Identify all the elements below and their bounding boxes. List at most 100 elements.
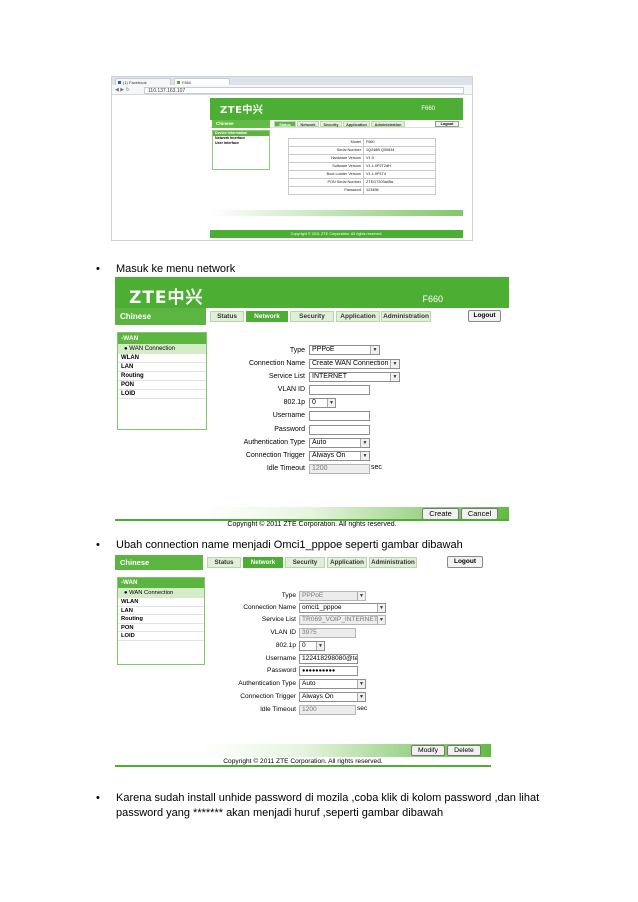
vlan-id-label: VLAN ID: [277, 386, 305, 393]
device-info-key: Hardware Version: [288, 154, 364, 163]
connection-trigger-value: Always On: [312, 452, 346, 459]
sidebar-item-loid[interactable]: LOID: [118, 390, 206, 399]
service-list-value: TR069_VOIP_INTERNET: [302, 616, 378, 623]
sidebar-item-loid[interactable]: LOID: [118, 632, 204, 641]
sidebar-item-pon[interactable]: PON: [118, 381, 206, 390]
tab-network[interactable]: Network: [297, 121, 319, 127]
logout-button[interactable]: Logout: [468, 310, 501, 322]
chevron-down-icon: ▼: [357, 680, 365, 688]
device-info-value: ZTEG7203a45a: [363, 178, 436, 187]
page-footer: Copyright © 2011 ZTE Corporation. All ri…: [210, 230, 463, 238]
connection-trigger-select[interactable]: Always On ▼: [299, 692, 366, 702]
tab-administration[interactable]: Administration: [369, 557, 417, 568]
type-select[interactable]: PPPoE ▼: [309, 345, 380, 355]
sidebar-item-lan[interactable]: LAN: [118, 363, 206, 372]
device-info-table: Model F660 Serial Number 1Q248B Q00634 Hardw…: [288, 138, 436, 195]
type-value: PPPoE: [302, 592, 324, 599]
modify-button[interactable]: Modify: [411, 745, 445, 756]
connection-name-select[interactable]: Create WAN Connection ▼: [309, 359, 400, 369]
page-header: ZTE中兴 F660: [115, 277, 509, 308]
connection-name-select[interactable]: omci1_pppoe ▼: [299, 603, 386, 613]
password-label: Password: [267, 667, 296, 674]
tab-status[interactable]: Status: [207, 557, 241, 568]
sidebar-item-lan[interactable]: LAN: [118, 607, 204, 615]
chevron-down-icon: ▼: [377, 604, 385, 612]
tab-network[interactable]: Network: [246, 311, 288, 322]
browser-tab-facebook[interactable]: (1) Facebook: [115, 78, 171, 85]
auth-type-select[interactable]: Auto ▼: [299, 679, 366, 689]
sidebar-item-routing[interactable]: Routing: [118, 372, 206, 381]
connection-trigger-select[interactable]: Always On ▼: [309, 451, 370, 461]
chevron-down-icon: ▼: [390, 360, 399, 368]
sidebar-item-routing[interactable]: Routing: [118, 615, 204, 624]
service-list-select[interactable]: INTERNET ▼: [309, 372, 400, 382]
device-info-key: Boot Loader Version: [288, 170, 364, 179]
8021p-label: 802.1p: [275, 642, 296, 649]
logout-button[interactable]: Logout: [447, 556, 483, 568]
tab-application[interactable]: Application: [327, 557, 367, 568]
username-label: Username: [265, 655, 296, 662]
tab-security[interactable]: Security: [285, 557, 325, 568]
8021p-select[interactable]: 0 ▼: [299, 641, 325, 651]
sidebar-item-pon[interactable]: PON: [118, 624, 204, 632]
device-info-row: Software Version V1.1.0P2T2dH: [288, 162, 436, 171]
connection-trigger-value: Always On: [302, 693, 334, 700]
device-info-key: Software Version: [288, 162, 364, 171]
tab-network[interactable]: Network: [243, 557, 283, 568]
8021p-select[interactable]: 0 ▼: [309, 398, 336, 408]
connection-name-label: Connection Name: [243, 604, 296, 611]
device-info-key: Serial Number: [288, 146, 364, 155]
username-input[interactable]: 122418298080@te: [299, 654, 358, 664]
connection-name-value: Create WAN Connection: [312, 360, 389, 367]
tab-status[interactable]: Status: [274, 121, 296, 127]
tab-administration[interactable]: Administration: [381, 311, 431, 322]
username-input[interactable]: [309, 411, 370, 421]
sidebar-item-user-interface[interactable]: User Interface: [213, 141, 269, 146]
device-info-row: Model F660: [288, 138, 436, 147]
idle-timeout-unit: sec: [371, 464, 382, 471]
service-list-select[interactable]: TR069_VOIP_INTERNET ▼: [299, 615, 386, 625]
tab-status[interactable]: Status: [210, 311, 244, 322]
device-info-value: 123456: [363, 186, 436, 195]
back-forward-reload-icons[interactable]: ◀ ▶ ↻: [115, 87, 130, 93]
sidebar-item-wan-connection[interactable]: ● WAN Connection: [118, 588, 204, 598]
tab-security[interactable]: Security: [320, 121, 342, 127]
password-input[interactable]: [309, 425, 370, 435]
tab-application[interactable]: Application: [343, 121, 370, 127]
type-select[interactable]: PPPoE ▼: [299, 591, 366, 601]
sidebar-item-wlan[interactable]: WLAN: [118, 354, 206, 363]
top-nav: Chinese Status Network Security Applicat…: [115, 308, 509, 325]
sidebar: -WAN ● WAN Connection WLAN LAN Routing P…: [117, 332, 207, 430]
page-footer: Copyright © 2011 ZTE Corporation. All ri…: [115, 521, 509, 528]
tab-application[interactable]: Application: [336, 311, 380, 322]
vlan-id-input[interactable]: 3975: [299, 628, 356, 638]
chevron-down-icon: ▼: [327, 399, 335, 407]
sidebar-item-wan[interactable]: -WAN: [118, 333, 206, 344]
browser-screenshot-device-info: (1) Facebook F660 ◀ ▶ ↻ 110.137.163.107 …: [111, 76, 473, 241]
auth-type-select[interactable]: Auto ▼: [309, 438, 370, 448]
chevron-down-icon: ▼: [360, 452, 369, 460]
language-link[interactable]: Chinese: [212, 120, 270, 128]
vlan-id-input[interactable]: [309, 385, 370, 395]
password-input[interactable]: ●●●●●●●●●●: [299, 666, 358, 676]
sidebar-item-wan[interactable]: -WAN: [118, 578, 204, 588]
tab-administration[interactable]: Administration: [371, 121, 405, 127]
sidebar-item-wlan[interactable]: WLAN: [118, 598, 204, 607]
browser-tab-f660[interactable]: F660: [174, 78, 230, 85]
divider-bar: [210, 210, 463, 216]
connection-name-value: omci1_pppoe: [302, 604, 342, 611]
device-info-row: Serial Number 1Q248B Q00634: [288, 146, 436, 155]
logout-button[interactable]: Logout: [435, 121, 459, 127]
doc-text-continued: password yang ******* akan menjadi huruf…: [116, 807, 444, 819]
footer-rule: [115, 765, 491, 767]
idle-timeout-input[interactable]: 1200: [299, 705, 356, 715]
sidebar-item-wan-connection[interactable]: ● WAN Connection: [118, 344, 206, 354]
idle-timeout-input[interactable]: 1200: [309, 464, 370, 474]
tab-security[interactable]: Security: [290, 311, 334, 322]
device-info-row: Hardware Version V1.0: [288, 154, 436, 163]
url-input[interactable]: 110.137.163.107: [144, 87, 464, 94]
zte-screenshot-create-wan: ZTE中兴 F660 Chinese Status Network Securi…: [115, 277, 509, 528]
language-link[interactable]: Chinese: [115, 555, 203, 570]
language-link[interactable]: Chinese: [115, 308, 206, 325]
delete-button[interactable]: Delete: [447, 745, 481, 756]
